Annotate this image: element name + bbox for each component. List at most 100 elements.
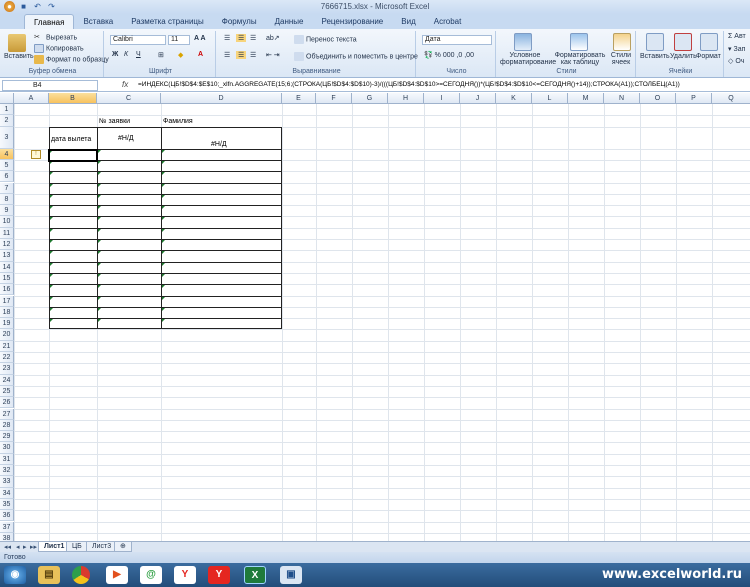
align-bottom-icon[interactable]: ☰ [250,34,256,42]
tab-view[interactable]: Вид [392,14,424,29]
row-header-17[interactable]: 17 [0,295,14,307]
row-header-31[interactable]: 31 [0,453,14,465]
row-header-38[interactable]: 38 [0,532,14,541]
cell-c3[interactable]: #Н/Д [118,135,134,142]
new-sheet-icon[interactable]: ⊕ [114,542,132,552]
conditional-format-icon[interactable] [514,33,532,51]
cell-d2[interactable]: Фамилия [163,118,193,125]
column-header-k[interactable]: K [496,93,532,104]
row-header-3[interactable]: 3 [0,126,14,149]
column-header-h[interactable]: H [388,93,424,104]
active-cell-b4[interactable] [48,149,98,162]
number-format-select[interactable]: Дата [422,35,492,45]
chrome-icon[interactable] [72,566,90,584]
bold-button[interactable]: Ж [112,51,118,58]
row-header-2[interactable]: 2 [0,115,14,127]
grow-font-button[interactable]: A A [194,35,206,42]
row-header-8[interactable]: 8 [0,193,14,206]
format-cells-icon[interactable] [700,33,718,51]
row-header-6[interactable]: 6 [0,171,14,183]
format-table-icon[interactable] [570,33,588,51]
column-header-o[interactable]: O [640,93,676,104]
row-header-32[interactable]: 32 [0,465,14,477]
row-header-13[interactable]: 13 [0,250,14,262]
row-header-16[interactable]: 16 [0,284,14,296]
column-header-a[interactable]: A [14,93,49,104]
row-header-26[interactable]: 26 [0,397,14,409]
column-header-n[interactable]: N [604,93,640,104]
row-header-18[interactable]: 18 [0,306,14,319]
row-header-15[interactable]: 15 [0,272,14,285]
column-header-l[interactable]: L [532,93,568,104]
sheet-nav-prev-icon[interactable]: ◂ [16,543,20,551]
row-header-29[interactable]: 29 [0,431,14,443]
row-header-14[interactable]: 14 [0,261,14,273]
row-header-1[interactable]: 1 [0,104,14,116]
excel-taskbar-icon[interactable]: X [244,566,266,584]
row-header-22[interactable]: 22 [0,352,14,364]
cell-styles-button[interactable]: Стили ячеек [606,52,636,66]
align-top-icon[interactable]: ☰ [224,34,230,42]
error-warning-icon[interactable]: ! [31,150,41,159]
media-player-icon[interactable]: ▶ [106,566,128,584]
paste-icon[interactable] [8,34,26,52]
sheet-tab-list3[interactable]: Лист3 [86,542,118,552]
yandex-icon[interactable]: Y [174,566,196,584]
name-box[interactable]: B4 [2,80,98,91]
italic-button[interactable]: К [124,51,128,58]
autosum-button[interactable]: Σ Авт [728,33,746,40]
worksheet-grid[interactable]: A B C D E F G H I J K L M N O P Q 123456… [0,93,750,541]
column-header-c[interactable]: C [97,93,161,104]
row-header-19[interactable]: 19 [0,318,14,330]
fx-icon[interactable]: fx [122,80,128,89]
align-center-icon[interactable]: ☰ [236,51,247,59]
icq-icon[interactable]: @ [140,566,162,584]
delete-cells-button[interactable]: Удалить [670,53,697,60]
insert-cells-button[interactable]: Вставить [640,53,670,60]
tab-page-layout[interactable]: Разметка страницы [122,14,213,29]
row-header-5[interactable]: 5 [0,159,14,172]
fill-color-icon[interactable]: ◆ [178,51,183,59]
column-header-i[interactable]: I [424,93,460,104]
delete-cells-icon[interactable] [674,33,692,51]
font-name-select[interactable]: Calibri [110,35,166,45]
column-header-q[interactable]: Q [712,93,750,104]
wrap-text-button[interactable]: Перенос текста [294,35,357,44]
row-header-37[interactable]: 37 [0,521,14,533]
merge-center-button[interactable]: Объединить и поместить в центре [294,52,418,61]
row-header-9[interactable]: 9 [0,205,14,217]
tab-data[interactable]: Данные [266,14,313,29]
sheet-nav-first-icon[interactable]: ◂◂ [4,543,11,551]
row-header-30[interactable]: 30 [0,442,14,454]
format-painter-button[interactable]: Формат по образцу [34,55,109,64]
column-header-m[interactable]: M [568,93,604,104]
cell-d3[interactable]: #Н/Д [211,141,227,148]
font-size-select[interactable]: 11 [168,35,190,45]
cell-b3[interactable]: дата вылета [51,136,91,143]
column-header-f[interactable]: F [316,93,352,104]
sheet-nav-last-icon[interactable]: ▸▸ [30,543,37,551]
row-header-23[interactable]: 23 [0,363,14,375]
formula-input[interactable]: =ИНДЕКС(ЦБ!$D$4:$E$10;_xlfn.AGGREGATE(15… [138,81,680,88]
tab-insert[interactable]: Вставка [74,14,122,29]
row-header-10[interactable]: 10 [0,216,14,228]
fill-button[interactable]: ▾ Зап [728,45,745,53]
align-left-icon[interactable]: ☰ [224,51,230,59]
window-icon[interactable]: ▣ [280,566,302,584]
borders-icon[interactable]: ⊞ [158,51,164,59]
row-header-20[interactable]: 20 [0,329,14,341]
indent-icon[interactable]: ⇤ ⇥ [266,51,280,59]
row-header-21[interactable]: 21 [0,340,14,352]
row-header-7[interactable]: 7 [0,182,14,194]
row-header-11[interactable]: 11 [0,227,14,239]
row-header-4[interactable]: 4 [0,148,14,160]
explorer-icon[interactable]: ▤ [38,566,60,584]
clear-button[interactable]: ◇ Оч [728,57,744,65]
tab-formulas[interactable]: Формулы [213,14,266,29]
tab-acrobat[interactable]: Acrobat [425,14,471,29]
row-header-36[interactable]: 36 [0,510,14,522]
row-header-33[interactable]: 33 [0,476,14,488]
column-header-j[interactable]: J [460,93,496,104]
row-header-24[interactable]: 24 [0,374,14,386]
column-header-g[interactable]: G [352,93,388,104]
